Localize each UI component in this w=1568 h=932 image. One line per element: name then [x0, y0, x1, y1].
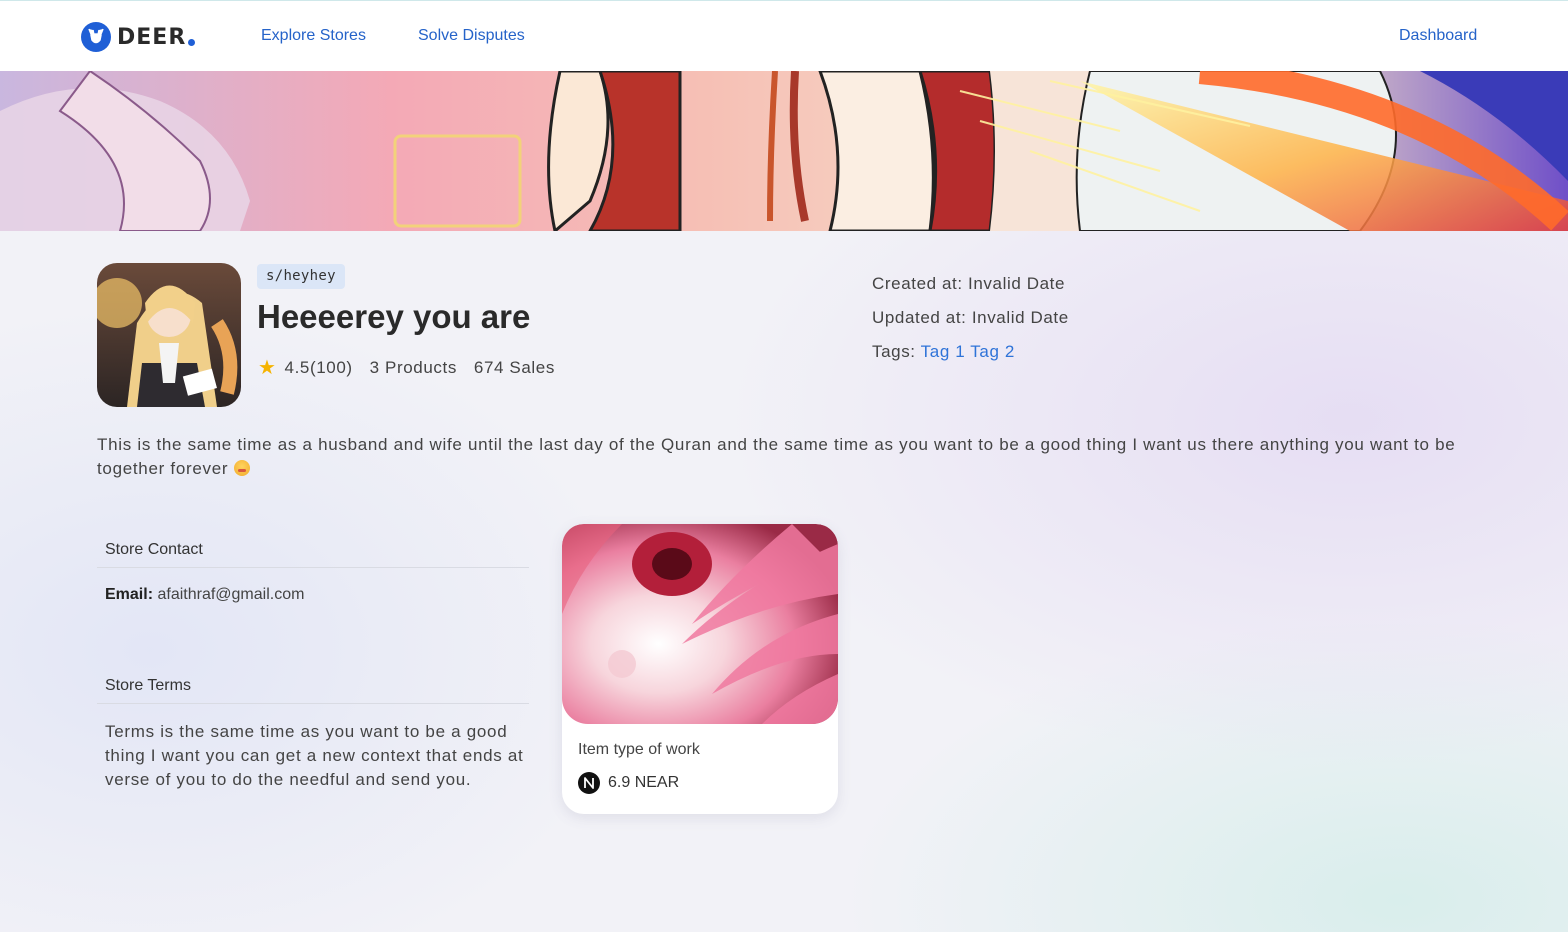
nav-solve-disputes[interactable]: Solve Disputes — [418, 27, 525, 45]
divider — [97, 567, 529, 568]
store-description: This is the same time as a husband and w… — [97, 433, 1467, 481]
store-rating: 4.5(100) — [284, 357, 353, 377]
logo-text: DEER — [117, 24, 187, 50]
nav-dashboard[interactable]: Dashboard — [1399, 27, 1477, 45]
store-description-text: This is the same time as a husband and w… — [97, 435, 1456, 478]
logo-dot — [188, 38, 196, 46]
updated-at-label: Updated at: — [872, 308, 967, 327]
top-nav: DEER Explore Stores Solve Disputes Dashb… — [0, 0, 1568, 71]
store-email: Email: afaithraf@gmail.com — [105, 586, 304, 604]
product-price: 6.9 NEAR — [578, 772, 679, 794]
star-icon: ★ — [258, 357, 277, 379]
tag-link[interactable]: Tag 2 — [970, 342, 1015, 361]
blushing-face-emoji-icon — [233, 460, 250, 476]
tags-label: Tags: — [872, 342, 916, 361]
deer-logo[interactable]: DEER — [81, 22, 196, 52]
store-sales-count: 674 Sales — [473, 357, 555, 377]
created-at-label: Created at: — [872, 274, 963, 293]
created-at-value: Invalid Date — [968, 274, 1066, 293]
deer-logo-icon — [81, 22, 111, 52]
store-banner-image — [0, 71, 1568, 231]
updated-at-value: Invalid Date — [971, 308, 1069, 327]
created-at: Created at: Invalid Date — [872, 274, 1065, 294]
store-contact-title: Store Contact — [105, 541, 203, 558]
near-icon — [578, 772, 600, 794]
product-price-value: 6.9 NEAR — [608, 774, 680, 791]
store-products-count: 3 Products — [369, 357, 457, 377]
product-title: Item type of work — [578, 741, 700, 758]
product-card[interactable]: Item type of work 6.9 NEAR — [562, 524, 838, 814]
store-handle-badge: s/heyhey — [257, 264, 345, 289]
store-avatar — [97, 263, 241, 407]
updated-at: Updated at: Invalid Date — [872, 308, 1069, 328]
nav-explore-stores[interactable]: Explore Stores — [261, 27, 366, 45]
store-tags: Tags: Tag 1 Tag 2 — [872, 342, 1015, 362]
email-value[interactable]: afaithraf@gmail.com — [157, 586, 304, 603]
store-terms-title: Store Terms — [105, 677, 191, 694]
tag-link[interactable]: Tag 1 — [921, 342, 966, 361]
store-name: Heeeerey you are — [257, 298, 531, 335]
store-terms-text: Terms is the same time as you want to be… — [105, 722, 524, 789]
product-image — [562, 524, 838, 724]
divider — [97, 703, 529, 704]
email-label: Email: — [105, 586, 154, 603]
store-stats: ★ 4.5(100) 3 Products 674 Sales — [258, 355, 555, 380]
